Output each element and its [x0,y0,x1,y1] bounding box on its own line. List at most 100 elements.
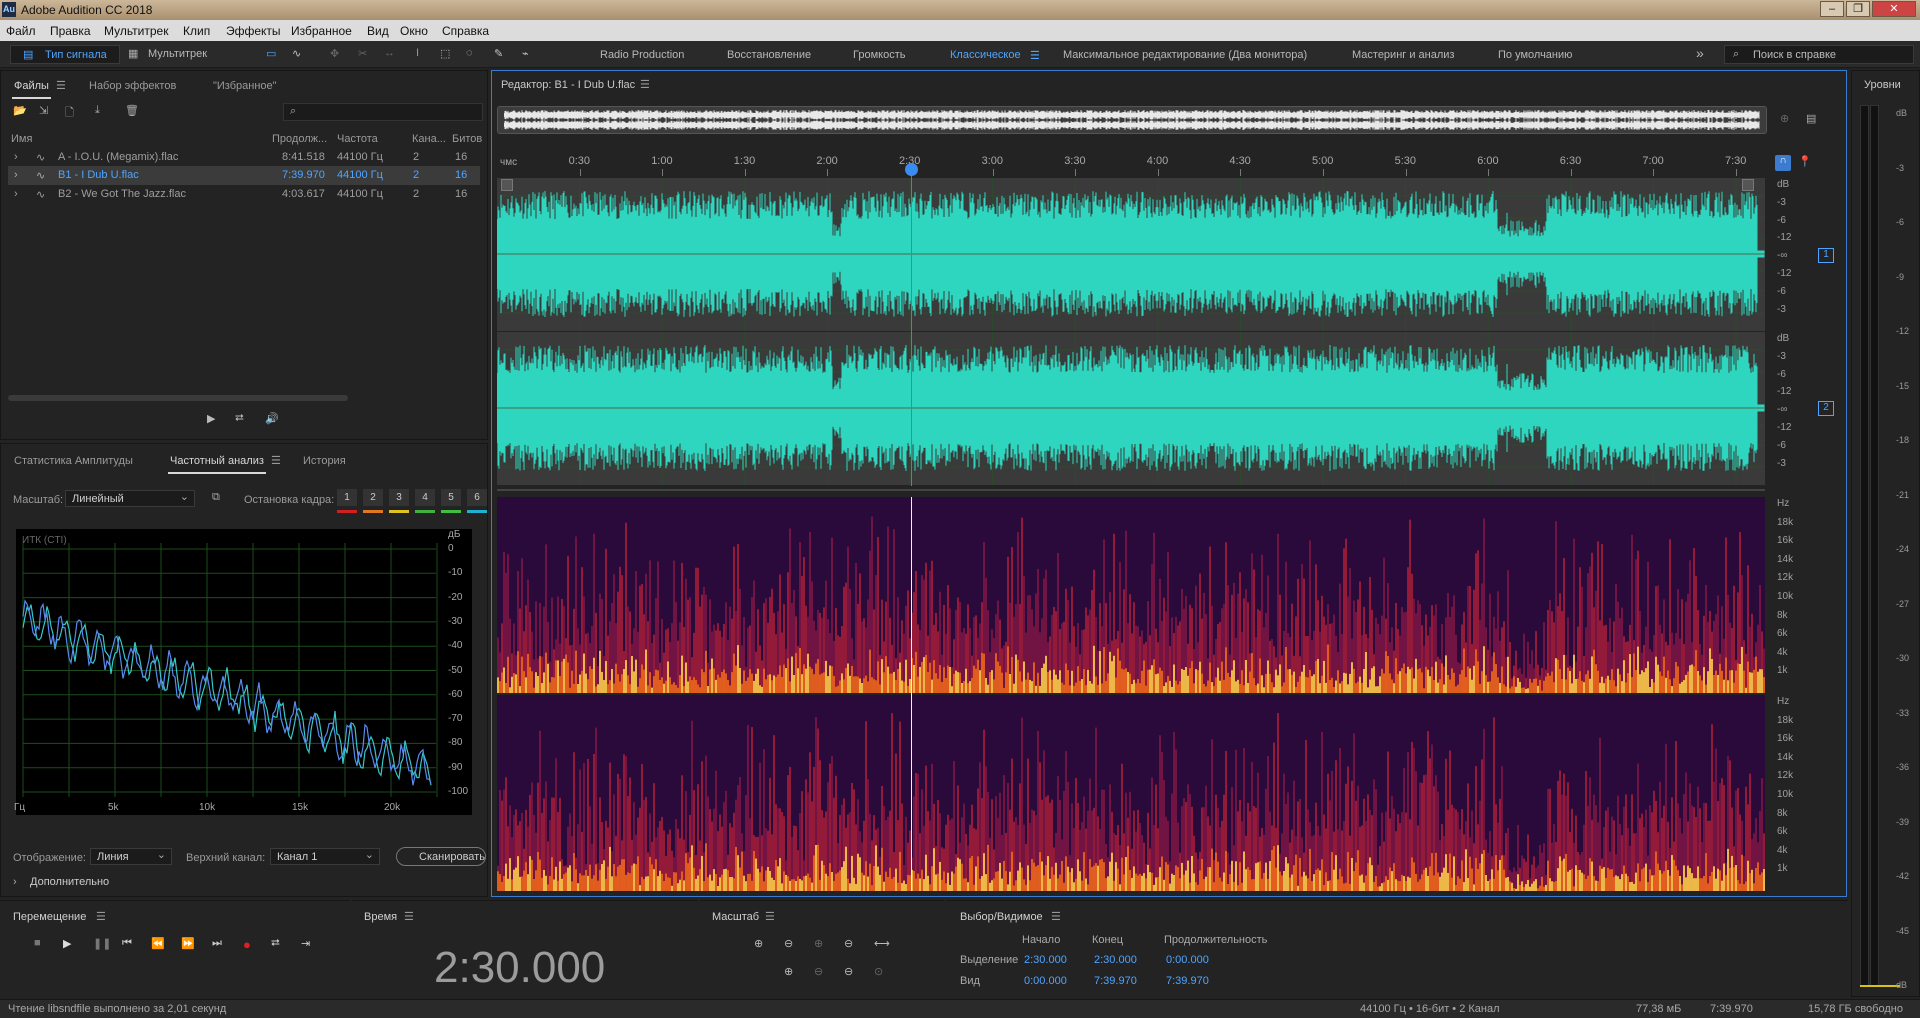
spot-healing-tool-icon[interactable]: ⌁ [522,47,529,60]
expand-icon[interactable]: › [14,188,18,200]
tab-amplitude-stats[interactable]: Статистика Амплитуды [14,455,133,467]
play-preview-icon[interactable]: ▶ [207,412,215,425]
lasso-tool-icon[interactable]: ◌ [466,47,473,59]
to-end-icon[interactable]: ⏭ [212,937,222,950]
column-name[interactable]: Имя [11,133,32,145]
scan-button[interactable]: Сканировать [396,847,486,866]
column-duration[interactable]: Продолж... [272,133,327,145]
workspace-default[interactable]: По умолчанию [1498,49,1572,61]
copy-icon[interactable]: ⧉ [212,491,220,504]
view-duration-field[interactable]: 7:39.970 [1166,975,1209,987]
panel-menu-icon[interactable]: ☰ [96,910,106,923]
top-channel-select[interactable]: Канал 1 [270,848,380,865]
razor-tool-icon[interactable]: ✂ [358,47,367,60]
slip-tool-icon[interactable]: ↔ [384,47,395,59]
file-row[interactable]: › ∿ B2 - We Got The Jazz.flac 4:03.617 4… [8,185,480,204]
menu-view[interactable]: Вид [367,24,389,38]
workspace-loudness[interactable]: Громкость [853,49,905,61]
new-file-icon[interactable]: 🗋 [65,104,74,123]
column-channels[interactable]: Кана... [412,133,446,145]
workspace-menu-icon[interactable]: ☰ [1030,49,1040,62]
import-icon[interactable]: ⇲ [39,104,48,117]
menu-favorites[interactable]: Избранное [291,24,352,38]
advanced-label[interactable]: Дополнительно [30,876,109,888]
zoom-out-time-icon[interactable]: ⊖ [844,937,853,950]
pause-icon[interactable]: ❚❚ [93,937,111,950]
zoom-out-selection-icon[interactable]: ⊖ [814,965,823,978]
column-bits[interactable]: Битов [452,133,482,145]
panel-menu-icon[interactable]: ☰ [765,910,775,923]
panel-menu-icon[interactable]: ☰ [56,79,66,92]
fast-forward-icon[interactable]: ⏩ [181,937,195,950]
trash-icon[interactable]: 🗑 [125,104,139,117]
maximize-button[interactable]: ❐ [1846,1,1870,17]
scale-select[interactable]: Линейный [65,490,195,507]
zoom-to-selection-icon[interactable]: ⊖ [844,965,853,978]
waveform-view-button[interactable]: ▤ Тип сигнала [10,45,120,64]
zoom-in-selection-icon[interactable]: ⊕ [784,965,793,978]
freeze-frame-5-button[interactable]: 5 [441,489,461,506]
menu-edit[interactable]: Правка [50,24,91,38]
to-start-icon[interactable]: ⏮ [122,937,132,950]
overview-bar[interactable] [497,106,1767,134]
zoom-reset-icon[interactable]: ⊙ [874,965,883,978]
file-row-selected[interactable]: › ∿ B1 - I Dub U.flac 7:39.970 44100 Гц … [8,166,480,185]
tab-history[interactable]: История [303,455,346,467]
workspace-radio-production[interactable]: Radio Production [600,49,684,61]
overview-menu-icon[interactable]: ▤ [1806,112,1816,125]
panel-menu-icon[interactable]: ☰ [640,78,650,91]
waveform-channel-2[interactable] [496,332,1765,485]
selection-duration-field[interactable]: 0:00.000 [1166,954,1209,966]
expand-icon[interactable]: › [13,876,17,888]
insert-icon[interactable]: ⤓ [95,104,100,117]
skip-selection-icon[interactable]: ⇥ [301,937,310,950]
menu-effects[interactable]: Эффекты [226,24,281,38]
workspace-mastering[interactable]: Мастеринг и анализ [1352,49,1454,61]
zoom-in-time-icon[interactable]: ⊕ [814,937,823,950]
menu-help[interactable]: Справка [442,24,489,38]
channel-badge-1[interactable]: 1 [1818,248,1834,263]
tab-effects-rack[interactable]: Набор эффектов [89,80,176,92]
pitch-display-icon[interactable]: ∿ [292,47,301,60]
tab-favorites[interactable]: "Избранное" [213,80,277,92]
tab-frequency-analysis[interactable]: Частотный анализ [168,455,266,474]
freeze-frame-3-button[interactable]: 3 [389,489,409,506]
help-search-input[interactable]: ⌕ Поиск в справке [1724,45,1914,64]
stop-icon[interactable]: ■ [34,937,41,949]
view-start-field[interactable]: 0:00.000 [1024,975,1067,987]
zoom-in-amplitude-icon[interactable]: ⊕ [754,937,763,950]
expand-icon[interactable]: › [14,151,18,163]
view-end-field[interactable]: 7:39.970 [1094,975,1137,987]
move-tool-icon[interactable]: ✥ [330,47,339,60]
panel-menu-icon[interactable]: ☰ [1051,910,1061,923]
zoom-lock-icon[interactable]: ⊕ [1780,112,1789,125]
loop-icon[interactable]: ⮂ [271,937,280,950]
autoplay-icon[interactable]: 🔊 [265,412,279,425]
fade-in-handle[interactable] [501,179,513,191]
waveform-channel-1[interactable] [496,178,1765,331]
playhead-handle[interactable] [905,163,918,176]
menu-window[interactable]: Окно [400,24,428,38]
freeze-frame-2-button[interactable]: 2 [363,489,383,506]
rewind-icon[interactable]: ⏪ [151,937,165,950]
column-rate[interactable]: Частота [337,133,378,145]
minimize-button[interactable]: – [1820,1,1844,17]
spectrogram-channel-1[interactable] [497,497,1765,693]
loop-preview-icon[interactable]: ⮂ [235,412,244,425]
display-splitter[interactable] [497,489,1765,491]
fade-out-handle[interactable] [1742,179,1754,191]
record-icon[interactable]: ● [243,937,251,952]
display-select[interactable]: Линия [90,848,172,865]
time-selection-tool-icon[interactable]: I [416,47,419,59]
horizontal-scrollbar[interactable] [8,395,348,401]
marker-pin-icon[interactable]: 📍 [1798,155,1812,168]
expand-icon[interactable]: › [14,169,18,181]
freeze-frame-1-button[interactable]: 1 [337,489,357,506]
file-row[interactable]: › ∿ A - I.O.U. (Megamix).flac 8:41.518 4… [8,148,480,167]
zoom-out-amplitude-icon[interactable]: ⊖ [784,937,793,950]
channel-badge-2[interactable]: 2 [1818,401,1834,416]
more-workspaces-icon[interactable]: » [1696,45,1704,61]
workspace-restoration[interactable]: Восстановление [727,49,811,61]
close-button[interactable]: ✕ [1872,1,1916,17]
menu-multitrack[interactable]: Мультитрек [104,24,168,38]
